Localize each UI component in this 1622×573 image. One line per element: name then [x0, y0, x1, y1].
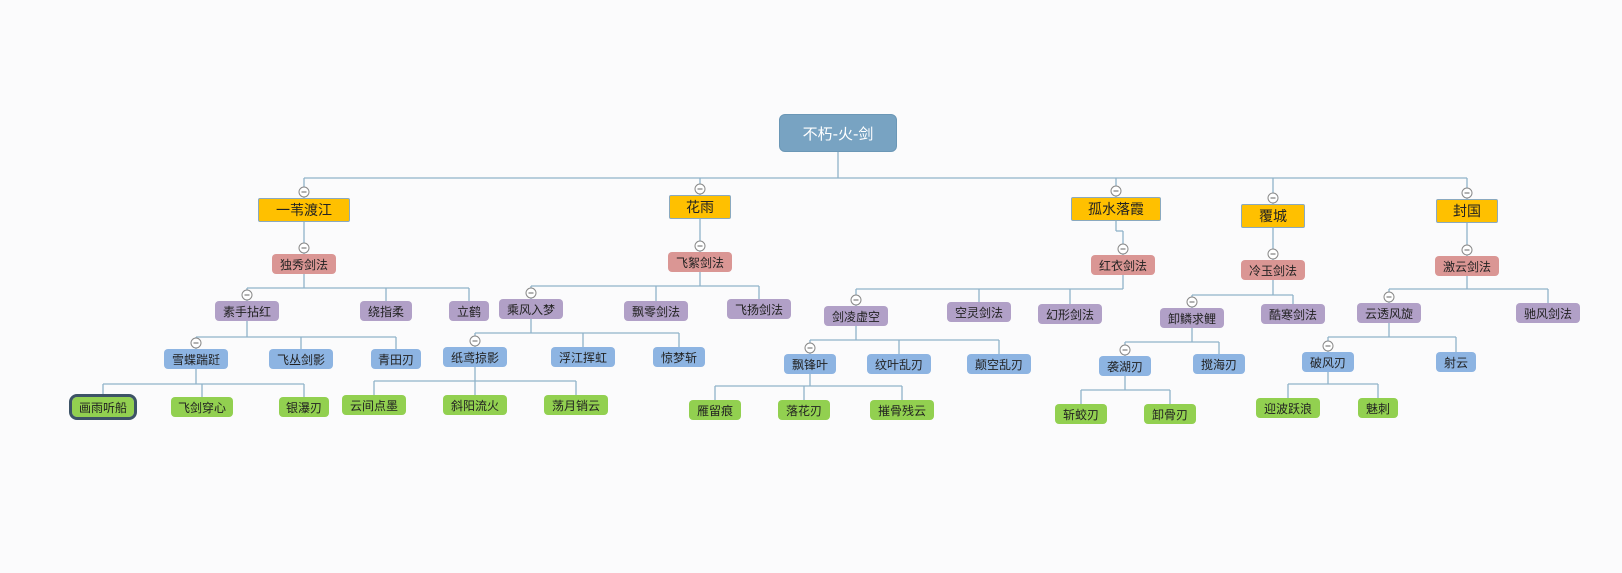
collapse-toggle-icon[interactable] [1461, 187, 1473, 199]
topic-node-level-5[interactable]: 摧骨残云 [870, 400, 934, 420]
collapse-toggle-icon[interactable] [1322, 340, 1334, 352]
topic-node-level-4[interactable]: 飘锋叶 [784, 354, 836, 374]
topic-node-level-2[interactable]: 冷玉剑法 [1241, 260, 1305, 280]
topic-node-level-4[interactable]: 飞丛剑影 [269, 349, 333, 369]
topic-node-level-5[interactable]: 飞剑穿心 [171, 397, 233, 417]
topic-node-level-4[interactable]: 搅海刃 [1193, 354, 1245, 374]
topic-node-level-5[interactable]: 雁留痕 [689, 400, 741, 420]
topic-node-level-4[interactable]: 惊梦斩 [653, 347, 705, 367]
topic-node-level-5[interactable]: 魅刺 [1358, 398, 1398, 418]
collapse-toggle-icon[interactable] [694, 183, 706, 195]
topic-node-level-4[interactable]: 射云 [1436, 352, 1476, 372]
topic-node-level-2[interactable]: 红衣剑法 [1091, 255, 1155, 275]
collapse-toggle-icon[interactable] [298, 186, 310, 198]
collapse-toggle-icon[interactable] [190, 337, 202, 349]
collapse-toggle-icon[interactable] [850, 294, 862, 306]
topic-node-level-4[interactable]: 颠空乱刃 [967, 354, 1031, 374]
mindmap-canvas[interactable]: 不朽-火-剑一苇渡江独秀剑法素手拈红雪蝶踹跹画雨听船 飞剑穿心 银瀑刃 飞丛剑影 青田刃… [0, 0, 1622, 573]
collapse-toggle-icon[interactable] [804, 342, 816, 354]
topic-node-level-5[interactable]: 斩蛟刃 [1055, 404, 1107, 424]
topic-node-level-4[interactable]: 浮江挥虹 [551, 347, 615, 367]
topic-node-level-2[interactable]: 飞絮剑法 [668, 252, 732, 272]
topic-node-level-1[interactable]: 花雨 [669, 195, 731, 219]
collapse-toggle-icon[interactable] [694, 240, 706, 252]
topic-node-level-1[interactable]: 封国 [1436, 199, 1498, 223]
collapse-toggle-icon[interactable] [469, 335, 481, 347]
topic-node-level-3[interactable]: 飘零剑法 [624, 301, 688, 321]
topic-node-level-3[interactable]: 飞扬剑法 [727, 299, 791, 319]
topic-node-level-3[interactable]: 素手拈红 [215, 301, 279, 321]
topic-node-level-3[interactable]: 空灵剑法 [947, 302, 1011, 322]
topic-node-level-4[interactable]: 青田刃 [371, 349, 421, 369]
collapse-toggle-icon[interactable] [1383, 291, 1395, 303]
collapse-toggle-icon[interactable] [1117, 243, 1129, 255]
topic-node-level-5[interactable]: 斜阳流火 [443, 395, 507, 415]
topic-node-level-3[interactable]: 酷寒剑法 [1261, 304, 1325, 324]
root-topic[interactable]: 不朽-火-剑 [779, 114, 897, 152]
topic-node-level-4[interactable]: 纸鸢掠影 [443, 347, 507, 367]
collapse-toggle-icon[interactable] [1110, 185, 1122, 197]
collapse-toggle-icon[interactable] [525, 287, 537, 299]
topic-node-level-1[interactable]: 孤水落霞 [1071, 197, 1161, 221]
collapse-toggle-icon[interactable] [1119, 344, 1131, 356]
topic-node-level-5[interactable]: 卸骨刃 [1144, 404, 1196, 424]
topic-node-level-3[interactable]: 剑凌虚空 [824, 306, 888, 326]
topic-node-level-2[interactable]: 独秀剑法 [272, 254, 336, 274]
connector-lines [102, 152, 1549, 404]
collapse-toggle-icon[interactable] [1267, 192, 1279, 204]
collapse-toggle-icon[interactable] [1186, 296, 1198, 308]
collapse-toggle-icon[interactable] [241, 289, 253, 301]
topic-node-level-5[interactable]: 迎波跃浪 [1256, 398, 1320, 418]
collapse-toggle-icon[interactable] [298, 242, 310, 254]
topic-node-level-4[interactable]: 袭湖刃 [1099, 356, 1151, 376]
topic-node-level-5[interactable]: 荡月销云 [544, 395, 608, 415]
topic-node-level-5[interactable]: 云间点墨 [342, 395, 406, 415]
topic-node-level-5[interactable]: 落花刃 [778, 400, 830, 420]
collapse-toggle-icon[interactable] [1267, 248, 1279, 260]
topic-node-level-3[interactable]: 卸鳞求鲤 [1160, 308, 1224, 328]
topic-node-level-5[interactable]: 银瀑刃 [279, 397, 329, 417]
topic-node-level-1[interactable]: 一苇渡江 [258, 198, 350, 222]
topic-node-level-1[interactable]: 覆城 [1241, 204, 1305, 228]
topic-node-level-4[interactable]: 破风刃 [1302, 352, 1354, 372]
topic-node-level-3[interactable]: 乘风入梦 [499, 299, 563, 319]
topic-node-level-3[interactable]: 云透风旋 [1357, 303, 1421, 323]
topic-node-level-5[interactable]: 画雨听船 [69, 394, 137, 420]
topic-node-level-4[interactable]: 雪蝶踹跹 [164, 349, 228, 369]
topic-node-level-3[interactable]: 立鹤 [449, 301, 489, 321]
topic-node-level-4[interactable]: 纹叶乱刃 [867, 354, 931, 374]
collapse-toggle-icon[interactable] [1461, 244, 1473, 256]
topic-node-level-3[interactable]: 幻形剑法 [1038, 304, 1102, 324]
topic-node-level-2[interactable]: 激云剑法 [1435, 256, 1499, 276]
topic-node-level-3[interactable]: 绕指柔 [360, 301, 412, 321]
topic-node-level-3[interactable]: 驰风剑法 [1516, 303, 1580, 323]
